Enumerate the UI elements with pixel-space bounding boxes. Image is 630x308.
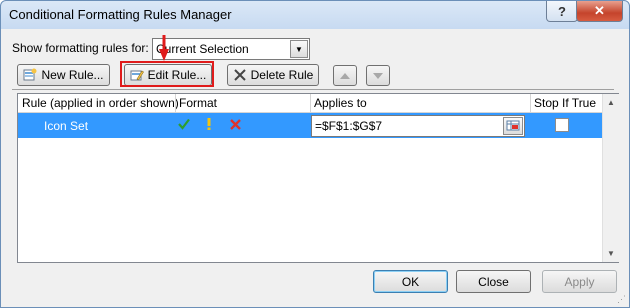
stop-if-true-checkbox[interactable] (555, 118, 569, 132)
toolbar-divider (12, 89, 614, 90)
rule-name: Icon Set (44, 119, 89, 133)
new-rule-label: New Rule... (41, 68, 104, 82)
close-window-button[interactable]: ✕ (576, 1, 623, 22)
column-header-applies-to[interactable]: Applies to (314, 96, 367, 110)
show-rules-label: Show formatting rules for: (12, 41, 149, 55)
new-rule-icon (23, 68, 37, 82)
rules-grid: Rule (applied in order shown) Format App… (17, 93, 619, 263)
table-row[interactable]: Icon Set =$F$1:$G$7 (18, 113, 602, 138)
close-label: Close (478, 274, 509, 289)
column-divider (175, 94, 176, 112)
yellow-exclamation-icon (206, 118, 212, 133)
dialog-body: Show formatting rules for: Current Selec… (2, 29, 628, 307)
resize-grip-icon[interactable]: ⋰ (617, 294, 626, 305)
column-divider (310, 94, 311, 112)
column-header-rule[interactable]: Rule (applied in order shown) (22, 96, 179, 110)
help-button[interactable]: ? (546, 1, 578, 22)
applies-to-input[interactable]: =$F$1:$G$7 (311, 115, 525, 137)
column-header-stop-if-true[interactable]: Stop If True (534, 96, 596, 110)
show-rules-selected-value: Current Selection (156, 42, 249, 56)
scroll-up-icon[interactable]: ▲ (603, 94, 619, 110)
ok-button[interactable]: OK (373, 270, 448, 293)
delete-x-icon (233, 68, 247, 82)
title-bar: Conditional Formatting Rules Manager ? ✕ (1, 1, 629, 29)
grid-header: Rule (applied in order shown) Format App… (18, 94, 602, 113)
column-divider (530, 94, 531, 112)
move-down-button[interactable] (366, 65, 390, 86)
scroll-down-icon[interactable]: ▼ (603, 245, 619, 261)
column-header-format[interactable]: Format (179, 96, 217, 110)
green-check-icon (178, 118, 190, 133)
close-button[interactable]: Close (456, 270, 531, 293)
delete-rule-button[interactable]: Delete Rule (227, 64, 319, 86)
applies-to-value: =$F$1:$G$7 (315, 119, 383, 133)
arrow-up-icon (339, 69, 351, 83)
rules-manager-dialog: Conditional Formatting Rules Manager ? ✕… (0, 0, 630, 308)
dialog-title: Conditional Formatting Rules Manager (9, 7, 232, 22)
red-x-icon (230, 118, 241, 133)
apply-button[interactable]: Apply (542, 270, 617, 293)
arrow-down-icon (372, 69, 384, 83)
chevron-down-icon[interactable]: ▼ (290, 40, 308, 58)
ok-label: OK (401, 274, 420, 289)
range-select-icon[interactable] (503, 117, 523, 135)
edit-rule-highlight-box (120, 61, 214, 87)
new-rule-button[interactable]: New Rule... (17, 64, 110, 86)
move-up-button[interactable] (333, 65, 357, 86)
vertical-scrollbar[interactable]: ▲ ▼ (602, 94, 619, 262)
show-rules-select[interactable]: Current Selection ▼ (152, 38, 310, 60)
delete-rule-label: Delete Rule (250, 68, 314, 82)
apply-label: Apply (564, 274, 595, 289)
red-pointer-arrow-icon (159, 35, 169, 64)
